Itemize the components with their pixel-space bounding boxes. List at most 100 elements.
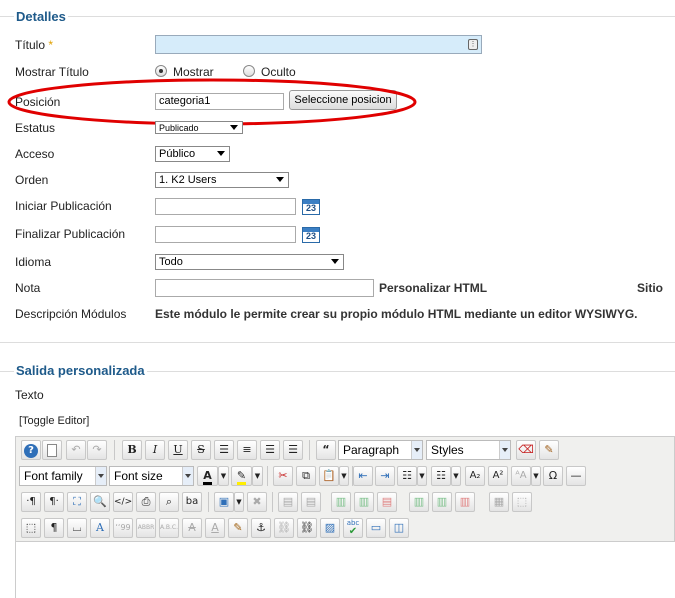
bullet-list-icon[interactable]: ☷ xyxy=(397,466,417,486)
eraser-icon[interactable]: ⌫ xyxy=(516,440,536,460)
edit-attributes-icon[interactable]: ✎ xyxy=(228,518,248,538)
visual-aid-icon[interactable]: ⬚ xyxy=(21,518,41,538)
toggle-editor-link[interactable]: [Toggle Editor] xyxy=(19,415,89,427)
insert-text-icon[interactable]: A xyxy=(205,518,225,538)
align-right-icon[interactable]: ☰ xyxy=(283,440,303,460)
insert-layer-dropdown-icon[interactable]: ▼ xyxy=(234,492,244,512)
new-document-icon[interactable] xyxy=(42,440,62,460)
text-color-dropdown-icon[interactable]: ▼ xyxy=(218,466,229,486)
chevron-down-icon xyxy=(230,125,238,130)
strikethrough-button[interactable]: S xyxy=(191,440,211,460)
estatus-value: Publicado xyxy=(159,123,199,133)
unlink-icon[interactable]: ⛓ xyxy=(274,518,294,538)
delete-layer-icon[interactable]: ✖ xyxy=(247,492,267,512)
template-icon[interactable]: ◫ xyxy=(389,518,409,538)
numbered-list-icon[interactable]: ☷ xyxy=(431,466,451,486)
spellcheck-icon[interactable]: abc ✔ xyxy=(343,518,363,538)
align-left-icon[interactable]: ☰ xyxy=(260,440,280,460)
styles-select[interactable]: Styles xyxy=(426,440,511,460)
table-props-icon[interactable]: ▦ xyxy=(489,492,509,512)
iniciar-input[interactable] xyxy=(155,198,296,215)
subscript-button[interactable]: A₂ xyxy=(465,466,485,486)
font-size-select[interactable]: Font size xyxy=(109,466,194,486)
style-props-icon[interactable]: ᴬA xyxy=(511,466,531,486)
indent-icon[interactable]: ⇥ xyxy=(375,466,395,486)
acceso-value: Público xyxy=(159,148,196,160)
paste-icon[interactable]: 📋 xyxy=(319,466,339,486)
paragraph-format-select[interactable]: Paragraph xyxy=(338,440,423,460)
font-style-button[interactable]: A xyxy=(90,518,110,538)
justify-full-icon[interactable]: ☰ xyxy=(214,440,234,460)
highlight-color-button[interactable]: ✎ xyxy=(231,466,252,486)
table-delete-row-icon[interactable]: ▤ xyxy=(377,492,397,512)
cleanup-brush-icon[interactable]: ✎ xyxy=(539,440,559,460)
styles-value: Styles xyxy=(431,443,464,457)
blockquote-button[interactable]: “ xyxy=(316,440,336,460)
cut-icon[interactable]: ✂ xyxy=(273,466,293,486)
help-icon-glyph: ? xyxy=(24,444,38,458)
nota-input[interactable] xyxy=(155,279,374,297)
chevron-down-icon xyxy=(95,467,106,485)
table-row-after-icon[interactable]: ▤ xyxy=(301,492,321,512)
paste-dropdown-icon[interactable]: ▼ xyxy=(339,466,349,486)
help-icon[interactable]: ? xyxy=(21,440,41,460)
insert-layer-icon[interactable]: ▣ xyxy=(214,492,234,512)
underline-button[interactable]: U xyxy=(168,440,188,460)
calendar-icon-day: 23 xyxy=(305,231,316,241)
finalizar-label: Finalizar Publicación xyxy=(15,227,126,241)
non-breaking-icon[interactable]: ⌴ xyxy=(67,518,87,538)
align-center-icon[interactable]: ≡ xyxy=(237,440,257,460)
finalizar-input[interactable] xyxy=(155,226,296,243)
superscript-button[interactable]: A² xyxy=(488,466,508,486)
italic-button[interactable]: I xyxy=(145,440,165,460)
html-source-icon[interactable]: </> xyxy=(113,492,133,512)
client-text: Sitio xyxy=(637,281,663,295)
anchor-icon[interactable]: ⚓ xyxy=(251,518,271,538)
outdent-icon[interactable]: ⇤ xyxy=(353,466,373,486)
show-blocks-button[interactable]: ¶ xyxy=(44,518,64,538)
font-family-select[interactable]: Font family xyxy=(19,466,107,486)
bold-button[interactable]: B xyxy=(122,440,142,460)
chevron-down-icon xyxy=(217,151,225,156)
undo-icon[interactable]: ↶ xyxy=(66,440,86,460)
copy-icon[interactable]: ⧉ xyxy=(296,466,316,486)
highlight-dropdown-icon[interactable]: ▼ xyxy=(252,466,263,486)
table-col-after-icon[interactable]: ▥ xyxy=(354,492,374,512)
acceso-select[interactable]: Público xyxy=(155,146,230,162)
image-icon[interactable]: ▨ xyxy=(320,518,340,538)
delete-text-icon[interactable]: A xyxy=(182,518,202,538)
acronym-button[interactable]: A.B.C. xyxy=(159,518,179,538)
table-col-icon[interactable]: ▥ xyxy=(331,492,351,512)
search-icon[interactable]: ⌕ xyxy=(159,492,179,512)
editor-content-area[interactable] xyxy=(15,542,675,598)
abbr-button[interactable]: ABBR xyxy=(136,518,156,538)
style-props-dropdown-icon[interactable]: ▼ xyxy=(531,466,541,486)
redo-icon[interactable]: ↷ xyxy=(87,440,107,460)
numbered-list-dropdown-icon[interactable]: ▼ xyxy=(451,466,461,486)
bullet-list-dropdown-icon[interactable]: ▼ xyxy=(417,466,427,486)
replace-button[interactable]: ba xyxy=(182,492,202,512)
link-icon[interactable]: ⛓ xyxy=(297,518,317,538)
cite-button[interactable]: ‘‘99 xyxy=(113,518,133,538)
text-color-glyph: A xyxy=(203,470,212,485)
ltr-direction-button[interactable]: ·¶ xyxy=(21,492,41,512)
texto-label: Texto xyxy=(15,388,44,402)
orden-select[interactable]: 1. K2 Users xyxy=(155,172,289,188)
special-char-button[interactable]: Ω xyxy=(543,466,563,486)
table-row-before-icon[interactable]: ▤ xyxy=(278,492,298,512)
calendar-icon[interactable]: 23 xyxy=(302,227,320,243)
table-insert-col-before-icon[interactable]: ▥ xyxy=(409,492,429,512)
rtl-direction-button[interactable]: ¶· xyxy=(44,492,64,512)
print-icon[interactable]: ⎙ xyxy=(136,492,156,512)
horizontal-rule-icon[interactable]: — xyxy=(566,466,586,486)
table-insert-col-after-icon[interactable]: ▥ xyxy=(432,492,452,512)
fullscreen-icon[interactable]: ⛶ xyxy=(67,492,87,512)
preview-icon[interactable]: 🔍 xyxy=(90,492,110,512)
text-color-button[interactable]: A xyxy=(197,466,218,486)
page-break-icon[interactable]: ▭ xyxy=(366,518,386,538)
estatus-select[interactable]: Publicado xyxy=(155,121,243,134)
table-delete-col-icon[interactable]: ▥ xyxy=(455,492,475,512)
table-cell-icon[interactable]: ⬚ xyxy=(512,492,532,512)
idioma-select[interactable]: Todo xyxy=(155,254,344,270)
calendar-icon[interactable]: 23 xyxy=(302,199,320,215)
